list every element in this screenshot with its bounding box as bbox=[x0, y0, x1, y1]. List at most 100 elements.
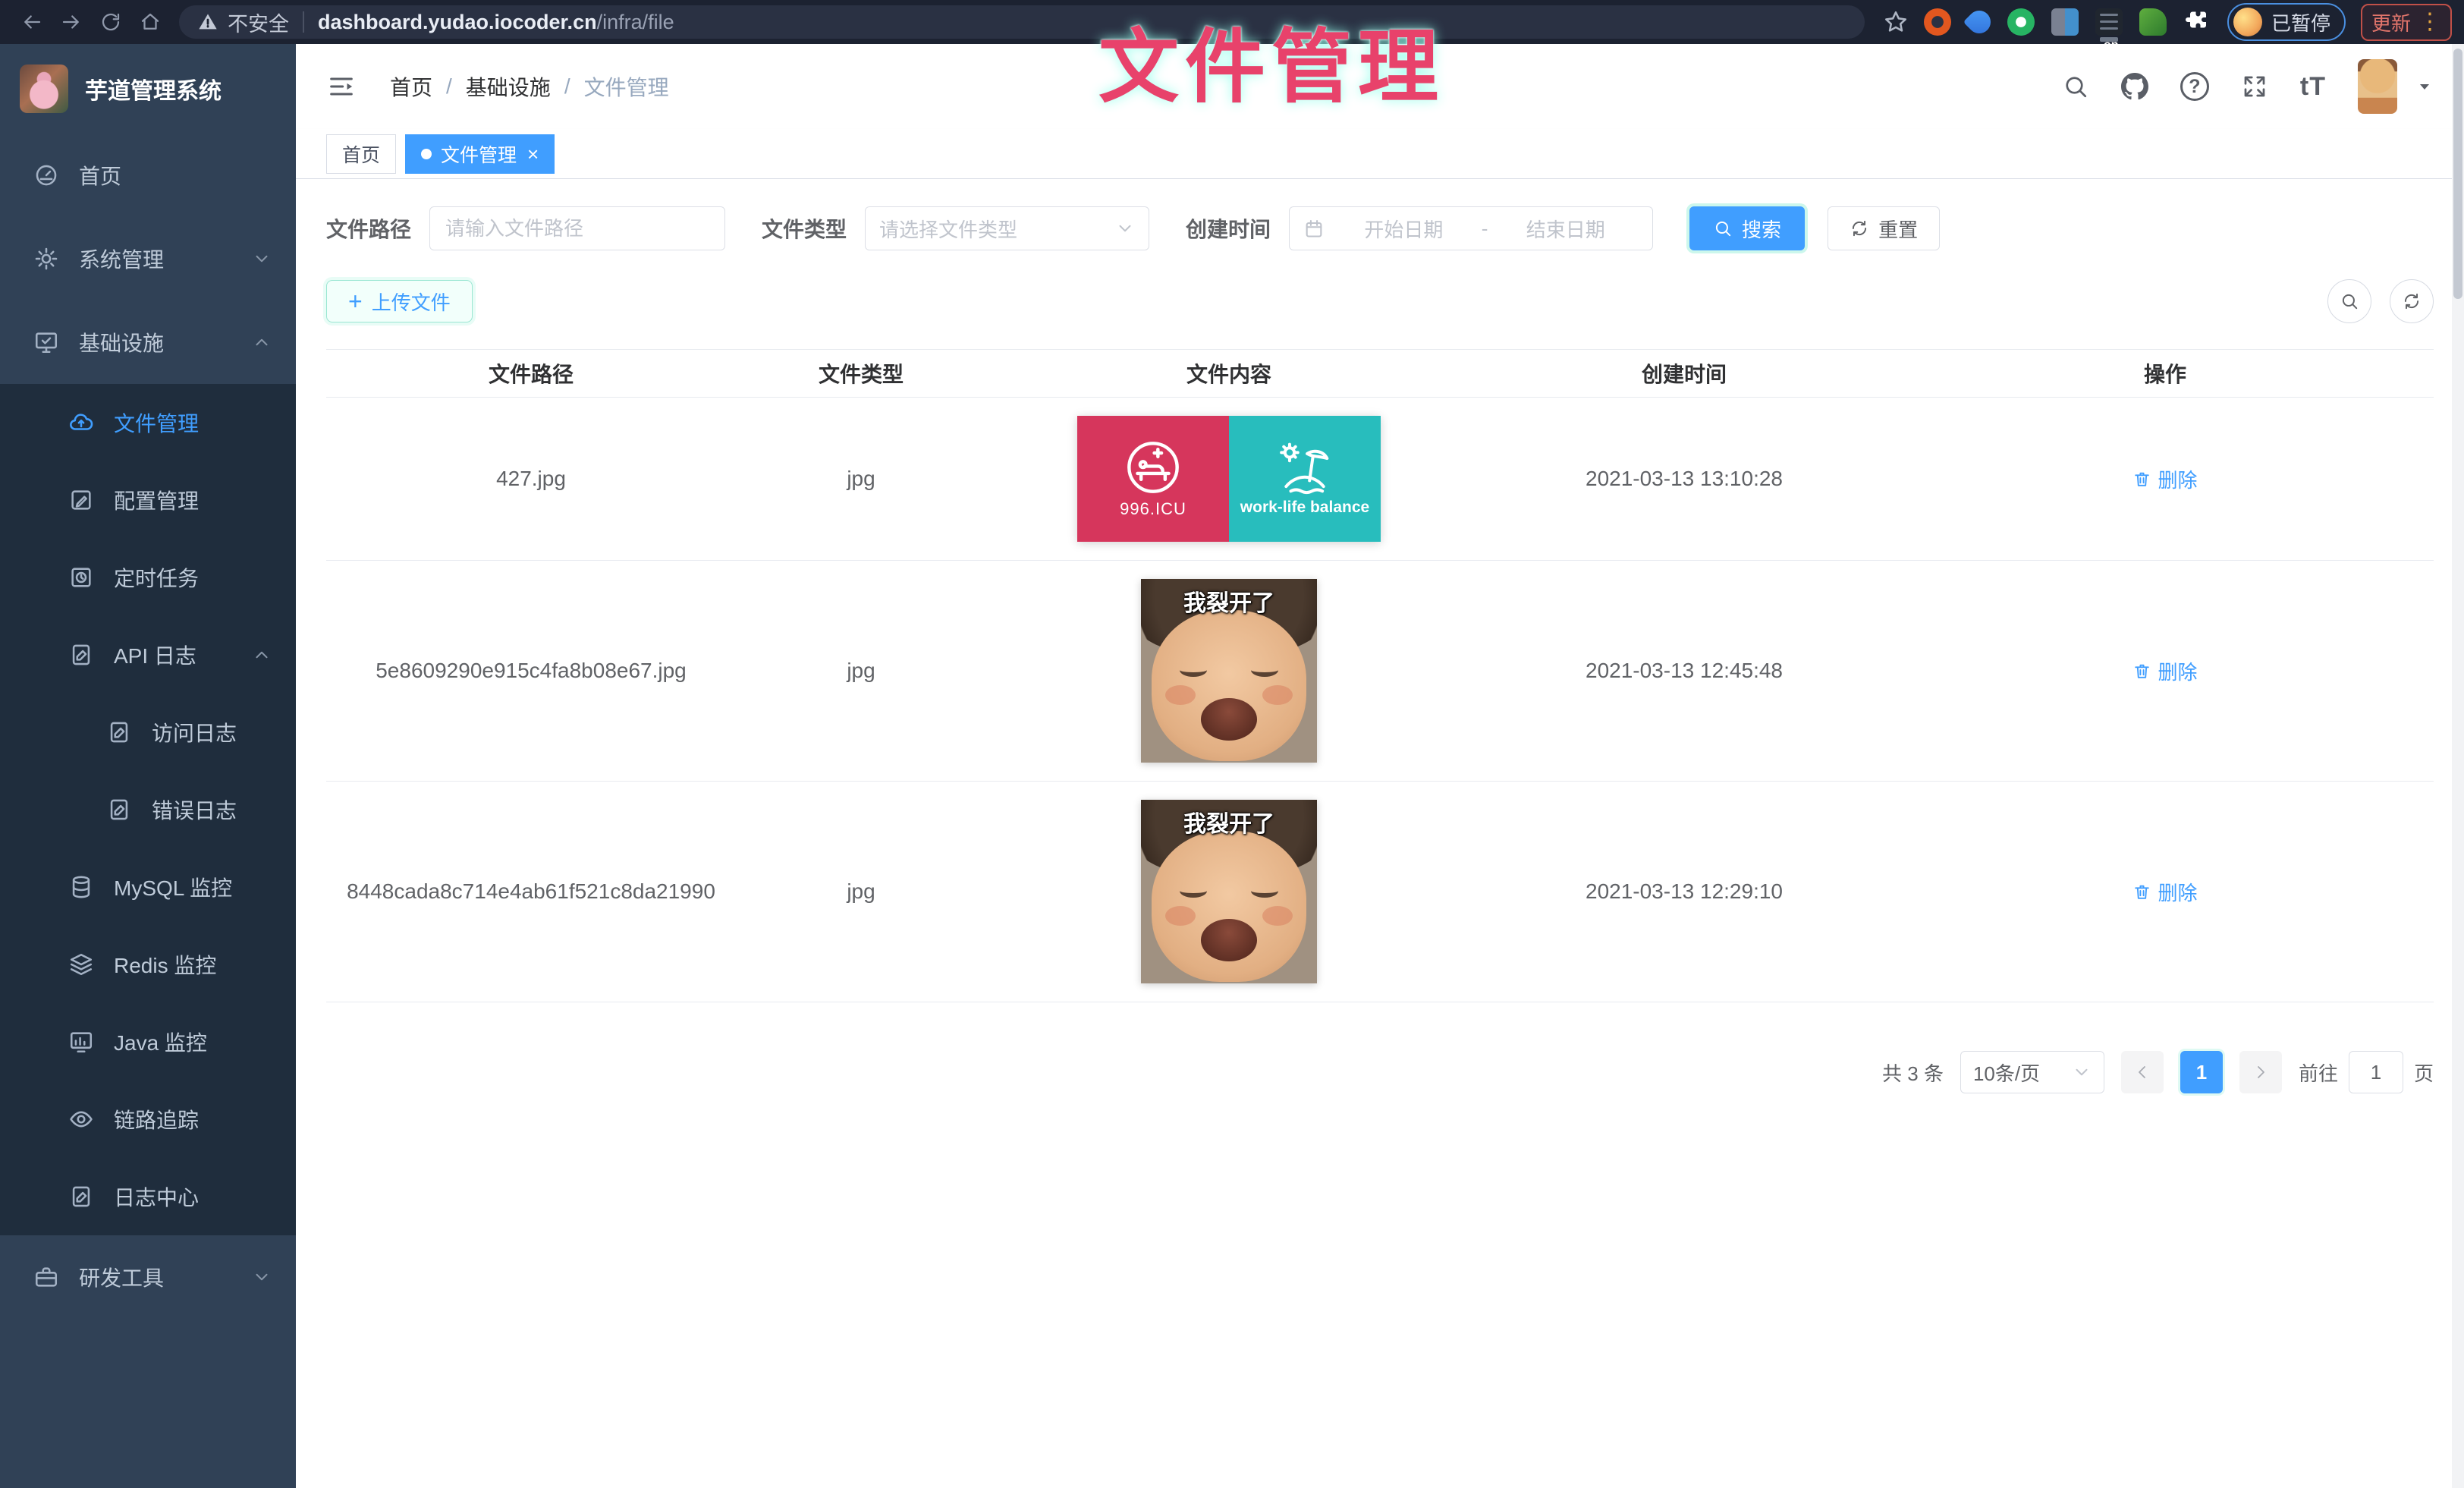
reset-button[interactable]: 重置 bbox=[1828, 206, 1940, 250]
cell-file-type: jpg bbox=[736, 879, 986, 904]
browser-profile-avatar bbox=[2233, 8, 2262, 36]
header-search-icon[interactable] bbox=[2062, 73, 2089, 100]
search-button[interactable]: 搜索 bbox=[1689, 206, 1805, 250]
upload-file-button[interactable]: + 上传文件 bbox=[326, 280, 473, 322]
extension-icon-terminal[interactable]: on bbox=[2095, 8, 2123, 36]
font-size-icon[interactable]: tT bbox=[2300, 72, 2326, 102]
page-content: 文件路径 文件类型 请选择文件类型 创建时间 开始日期 - 结束日期 bbox=[296, 179, 2464, 1488]
sidebar-item-system[interactable]: 系统管理 bbox=[0, 217, 296, 300]
browser-update-button[interactable]: 更新 ⋮ bbox=[2361, 4, 2452, 41]
extension-icon-leaf[interactable] bbox=[2139, 8, 2167, 36]
file-type-select[interactable]: 请选择文件类型 bbox=[865, 206, 1149, 250]
fullscreen-icon[interactable] bbox=[2241, 73, 2268, 100]
menu-item-icon bbox=[68, 487, 94, 513]
user-avatar[interactable] bbox=[2358, 59, 2397, 114]
table-row: 5e8609290e915c4fa8b08e67.jpg jpg bbox=[326, 561, 2434, 782]
select-chevron-down-icon bbox=[2072, 1062, 2092, 1082]
extensions-puzzle-icon[interactable] bbox=[2183, 8, 2211, 36]
view-tab-file[interactable]: 文件管理 × bbox=[405, 134, 555, 174]
file-preview-baby-meme: 我裂开了 bbox=[1141, 579, 1317, 763]
toolbar-right bbox=[2327, 279, 2434, 323]
profile-paused-button[interactable]: 已暂停 bbox=[2227, 3, 2346, 41]
sidebar-item-log-center[interactable]: 日志中心 bbox=[0, 1158, 296, 1235]
sidebar-item-infra[interactable]: 基础设施 bbox=[0, 300, 296, 384]
file-path-label: 文件路径 bbox=[326, 213, 411, 244]
cell-file-path: 427.jpg bbox=[326, 467, 736, 491]
update-label: 更新 bbox=[2371, 8, 2411, 36]
sidebar-item-file[interactable]: 文件管理 bbox=[0, 384, 296, 461]
hamburger-icon[interactable] bbox=[326, 71, 357, 102]
scrollbar-thumb[interactable] bbox=[2453, 49, 2462, 299]
prev-page-button[interactable] bbox=[2121, 1051, 2164, 1093]
total-count: 共 3 条 bbox=[1882, 1059, 1944, 1087]
pagination: 共 3 条 10条/页 1 前往 页 bbox=[326, 1051, 2434, 1124]
url-path: /infra/file bbox=[597, 11, 674, 34]
reload-icon bbox=[99, 11, 122, 33]
sidebar-item-home[interactable]: 首页 bbox=[0, 134, 296, 217]
chevron-icon bbox=[252, 332, 272, 352]
toggle-search-button[interactable] bbox=[2327, 279, 2371, 323]
extension-icon-green-check[interactable] bbox=[2007, 8, 2035, 36]
sidebar-item-tools[interactable]: 研发工具 bbox=[0, 1235, 296, 1319]
sidebar-item-config[interactable]: 配置管理 bbox=[0, 461, 296, 539]
extension-icon-pin[interactable] bbox=[1963, 6, 1995, 38]
sidebar-item-redis[interactable]: Redis 监控 bbox=[0, 926, 296, 1003]
refresh-table-button[interactable] bbox=[2390, 279, 2434, 323]
chevron-icon bbox=[252, 249, 272, 269]
address-bar[interactable]: 不安全 dashboard.yudao.iocoder.cn /infra/fi… bbox=[179, 5, 1865, 39]
cell-actions: 删除 bbox=[1897, 465, 2434, 493]
page-size-select[interactable]: 10条/页 bbox=[1960, 1051, 2104, 1093]
browser-forward-button[interactable] bbox=[52, 5, 91, 39]
current-page-button[interactable]: 1 bbox=[2180, 1051, 2223, 1093]
docs-help-icon[interactable]: ? bbox=[2180, 72, 2209, 101]
browser-back-button[interactable] bbox=[12, 5, 52, 39]
tags-view-bar: 首页 文件管理 × bbox=[296, 129, 2464, 179]
chevron-left-icon bbox=[2133, 1063, 2151, 1081]
menu-item-icon bbox=[106, 719, 132, 745]
goto-page-input[interactable] bbox=[2349, 1051, 2403, 1093]
view-tab-home[interactable]: 首页 bbox=[326, 134, 396, 174]
table-row: 427.jpg jpg 996.ICU bbox=[326, 398, 2434, 561]
breadcrumb-item[interactable]: 基础设施 / bbox=[466, 71, 584, 102]
file-path-input[interactable] bbox=[429, 206, 725, 250]
end-date-placeholder: 结束日期 bbox=[1492, 215, 1639, 243]
date-range-picker[interactable]: 开始日期 - 结束日期 bbox=[1289, 206, 1653, 250]
sidebar-item-java[interactable]: Java 监控 bbox=[0, 1003, 296, 1081]
table-header-cell: 文件内容 bbox=[986, 358, 1472, 389]
table-body: 427.jpg jpg 996.ICU bbox=[326, 398, 2434, 1002]
bed-icon bbox=[1124, 439, 1182, 496]
delete-link[interactable]: 删除 bbox=[2132, 878, 2197, 906]
sidebar-item-access-log[interactable]: 访问日志 bbox=[0, 694, 296, 771]
breadcrumb-item[interactable]: 文件管理 / bbox=[584, 71, 669, 102]
bookmark-star-icon[interactable] bbox=[1883, 9, 1909, 35]
sidebar-item-api-log[interactable]: API 日志 bbox=[0, 616, 296, 694]
browser-home-button[interactable] bbox=[130, 5, 170, 39]
extension-icon-grid[interactable] bbox=[2051, 8, 2079, 36]
calendar-icon bbox=[1303, 218, 1325, 239]
date-range-separator: - bbox=[1482, 217, 1488, 241]
extensions-row: on bbox=[1924, 8, 2211, 36]
avatar-caret-down-icon[interactable] bbox=[2415, 77, 2434, 96]
menu-item-icon bbox=[33, 162, 59, 188]
sidebar-item-job[interactable]: 定时任务 bbox=[0, 539, 296, 616]
delete-link[interactable]: 删除 bbox=[2132, 465, 2197, 493]
sidebar-item-trace[interactable]: 链路追踪 bbox=[0, 1081, 296, 1158]
browser-menu-dots-icon[interactable]: ⋮ bbox=[2418, 11, 2441, 33]
extension-icon-orange[interactable] bbox=[1924, 8, 1951, 36]
cell-file-type: jpg bbox=[736, 659, 986, 683]
github-icon[interactable] bbox=[2121, 73, 2148, 100]
trash-icon bbox=[2132, 662, 2151, 681]
sidebar-item-mysql[interactable]: MySQL 监控 bbox=[0, 848, 296, 926]
window-scrollbar[interactable] bbox=[2452, 44, 2464, 1488]
sidebar-logo-row[interactable]: 芋道管理系统 bbox=[0, 44, 296, 134]
next-page-button[interactable] bbox=[2239, 1051, 2282, 1093]
file-type-label: 文件类型 bbox=[762, 213, 847, 244]
tab-close-icon[interactable]: × bbox=[527, 144, 539, 164]
delete-link[interactable]: 删除 bbox=[2132, 657, 2197, 685]
sidebar-item-error-log[interactable]: 错误日志 bbox=[0, 771, 296, 848]
breadcrumb-item[interactable]: 首页 / bbox=[390, 71, 466, 102]
menu-item-icon bbox=[68, 952, 94, 977]
browser-reload-button[interactable] bbox=[91, 5, 130, 39]
chevron-icon bbox=[252, 645, 272, 665]
search-icon bbox=[2340, 291, 2359, 311]
